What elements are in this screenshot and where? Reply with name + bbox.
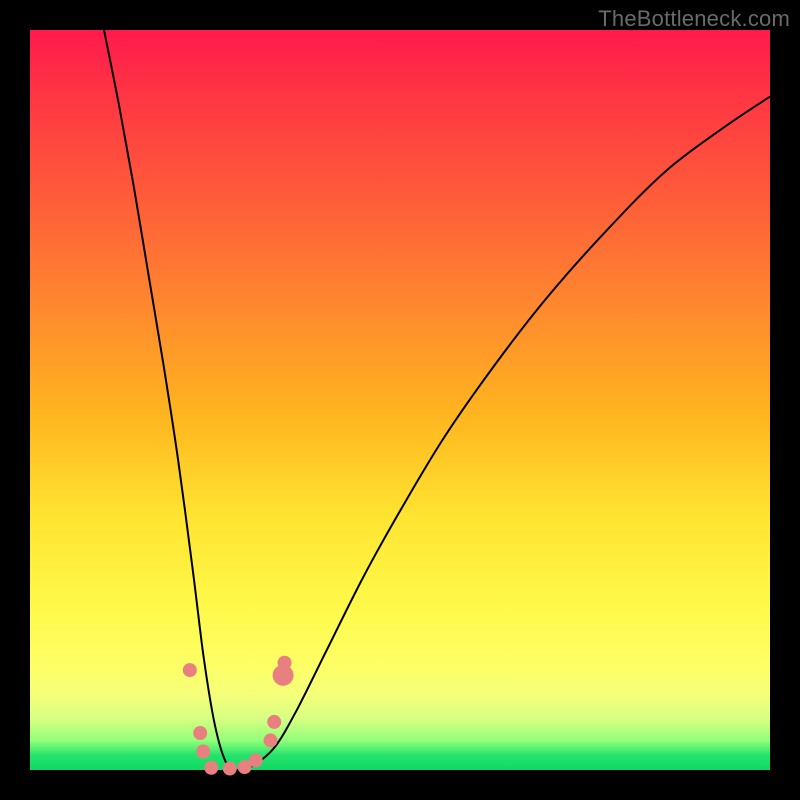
curve-marker [204,761,218,775]
curve-markers [183,656,294,776]
curve-marker [264,733,278,747]
chart-frame: TheBottleneck.com [0,0,800,800]
curve-marker [223,762,237,776]
curve-marker [249,753,263,767]
curve-marker [196,745,210,759]
curve-marker [267,715,281,729]
plot-area [30,30,770,770]
bottleneck-curve [104,30,770,770]
bottleneck-curve-svg [30,30,770,770]
curve-marker [278,656,292,670]
curve-marker [193,726,207,740]
curve-marker [183,663,197,677]
watermark-text: TheBottleneck.com [598,6,790,32]
